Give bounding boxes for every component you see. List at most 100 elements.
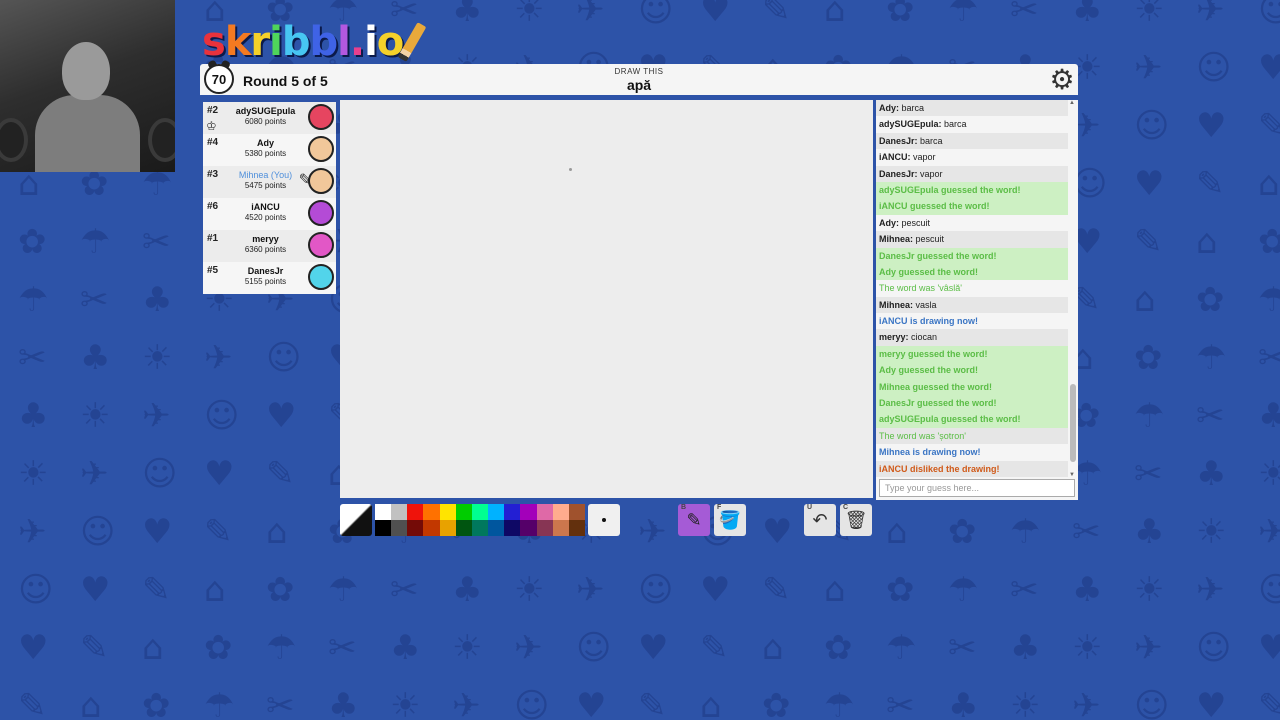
palette-color-swatch[interactable] bbox=[439, 504, 456, 520]
chat-text: Mihnea is drawing now! bbox=[879, 447, 981, 458]
player-rank: #4 bbox=[207, 137, 219, 148]
color-palette bbox=[375, 504, 585, 536]
background-doodle-icon: ♥ bbox=[204, 454, 235, 494]
chat-scrollbar-thumb[interactable] bbox=[1070, 384, 1076, 462]
background-doodle-icon: ✿ bbox=[948, 512, 977, 552]
guess-input[interactable] bbox=[879, 479, 1075, 497]
palette-color-swatch[interactable] bbox=[536, 520, 553, 536]
palette-color-swatch[interactable] bbox=[407, 520, 424, 536]
background-doodle-icon: ✎ bbox=[700, 628, 729, 668]
chat-author: DanesJr: bbox=[879, 135, 918, 146]
logo-letter: b bbox=[281, 19, 311, 65]
background-doodle-icon: ☂ bbox=[266, 628, 297, 668]
background-doodle-icon: ✂ bbox=[1010, 0, 1039, 30]
player-row[interactable]: #1 meryy 6360 points bbox=[203, 230, 336, 262]
background-doodle-icon: ♣ bbox=[452, 0, 483, 30]
palette-color-swatch[interactable] bbox=[520, 520, 537, 536]
player-points: 5155 points bbox=[244, 277, 287, 286]
player-row[interactable]: #5 DanesJr 5155 points bbox=[203, 262, 336, 294]
background-doodle-icon: ☺ bbox=[18, 570, 54, 610]
palette-color-swatch[interactable] bbox=[423, 504, 440, 520]
background-doodle-icon: ☺ bbox=[1134, 106, 1170, 146]
palette-color-swatch[interactable] bbox=[552, 504, 569, 520]
fill-tool-button[interactable]: F 🪣 bbox=[714, 504, 746, 536]
player-row[interactable]: #4 Ady 5380 points bbox=[203, 134, 336, 166]
background-doodle-icon: ⌂ bbox=[824, 570, 846, 610]
palette-color-swatch[interactable] bbox=[568, 520, 585, 536]
player-row[interactable]: #2 ♔ adySUGEpula 6080 points bbox=[203, 102, 336, 134]
clear-button[interactable]: C 🗑 bbox=[840, 504, 872, 536]
background-doodle-icon: ✎ bbox=[142, 570, 171, 610]
palette-color-swatch[interactable] bbox=[375, 520, 392, 536]
player-avatar bbox=[308, 200, 334, 226]
player-name: adySUGEpula bbox=[235, 106, 296, 116]
palette-color-swatch[interactable] bbox=[391, 520, 408, 536]
background-doodle-icon: ♣ bbox=[452, 570, 483, 610]
scroll-down-arrow-icon[interactable]: ▼ bbox=[1069, 472, 1075, 478]
background-doodle-icon: ✎ bbox=[1258, 686, 1280, 720]
background-doodle-icon: ☂ bbox=[204, 686, 235, 720]
chat-text: pescuit bbox=[899, 217, 931, 228]
pencil-icon: ✎ bbox=[686, 509, 702, 530]
player-row[interactable]: #3 Mihnea (You) 5475 points ✎ bbox=[203, 166, 336, 198]
current-color-swatch[interactable] bbox=[340, 504, 372, 536]
background-doodle-icon: ♣ bbox=[18, 396, 49, 436]
palette-color-swatch[interactable] bbox=[488, 504, 505, 520]
background-doodle-icon: ✈ bbox=[1134, 48, 1163, 88]
scroll-up-arrow-icon[interactable]: ▲ bbox=[1069, 100, 1075, 106]
brush-size-button[interactable] bbox=[588, 504, 620, 536]
palette-color-swatch[interactable] bbox=[407, 504, 424, 520]
background-doodle-icon: ✂ bbox=[328, 628, 357, 668]
chat-scrollbar[interactable]: ▲ ▼ bbox=[1069, 100, 1076, 478]
fill-shortcut-key: F bbox=[717, 504, 722, 511]
logo-letter: k bbox=[224, 19, 252, 65]
palette-color-swatch[interactable] bbox=[471, 520, 489, 536]
background-doodle-icon: ✈ bbox=[452, 686, 481, 720]
chat-author: adySUGEpula: bbox=[879, 119, 942, 130]
palette-color-swatch[interactable] bbox=[471, 504, 489, 520]
background-doodle-icon: ✎ bbox=[204, 512, 233, 552]
palette-color-swatch[interactable] bbox=[552, 520, 569, 536]
palette-color-swatch[interactable] bbox=[423, 520, 440, 536]
palette-color-swatch[interactable] bbox=[439, 520, 456, 536]
drawing-canvas[interactable] bbox=[340, 100, 873, 498]
background-doodle-icon: ✿ bbox=[886, 570, 915, 610]
palette-color-swatch[interactable] bbox=[488, 520, 505, 536]
background-doodle-icon: ✈ bbox=[638, 512, 667, 552]
player-row[interactable]: #6 iANCU 4520 points bbox=[203, 198, 336, 230]
palette-color-swatch[interactable] bbox=[504, 520, 521, 536]
background-doodle-icon: ⌂ bbox=[824, 0, 846, 30]
background-doodle-icon: ♥ bbox=[1196, 106, 1227, 146]
chat-author: Ady: bbox=[879, 103, 899, 113]
undo-button[interactable]: U ↶ bbox=[804, 504, 836, 536]
background-doodle-icon: ☺ bbox=[1196, 48, 1232, 88]
palette-color-swatch[interactable] bbox=[568, 504, 585, 520]
background-doodle-icon: ♥ bbox=[700, 570, 731, 610]
player-name: iANCU bbox=[251, 202, 280, 212]
chat-author: Ady: bbox=[879, 217, 899, 228]
settings-gear-icon[interactable]: ⚙ bbox=[1048, 66, 1076, 94]
background-doodle-icon: ✎ bbox=[1196, 164, 1225, 204]
chat-message: Mihnea guessed the word! bbox=[876, 378, 1068, 396]
chat-panel: Ady: barca adySUGEpula: barca DanesJr: bar… bbox=[876, 100, 1078, 500]
background-doodle-icon: ☂ bbox=[80, 222, 111, 262]
background-doodle-icon: ⌂ bbox=[80, 686, 102, 720]
background-doodle-icon: ♣ bbox=[1134, 512, 1165, 552]
brush-tool-button[interactable]: B ✎ bbox=[678, 504, 710, 536]
palette-color-swatch[interactable] bbox=[520, 504, 537, 520]
chat-message: The word was 'șotron' bbox=[876, 427, 1068, 445]
palette-color-swatch[interactable] bbox=[455, 504, 472, 520]
player-avatar bbox=[308, 232, 334, 258]
palette-color-swatch[interactable] bbox=[536, 504, 553, 520]
player-points: 6360 points bbox=[244, 245, 287, 254]
palette-color-swatch[interactable] bbox=[375, 504, 392, 520]
palette-color-swatch[interactable] bbox=[391, 504, 408, 520]
chat-text: adySUGEpula guessed the word! bbox=[879, 184, 1021, 195]
chat-author: Mihnea: bbox=[879, 299, 914, 310]
background-doodle-icon: ✿ bbox=[204, 628, 233, 668]
skribbl-logo: skribbl.io bbox=[202, 12, 427, 65]
chat-text: DanesJr guessed the word! bbox=[879, 250, 997, 261]
background-doodle-icon: ♣ bbox=[1072, 570, 1103, 610]
palette-color-swatch[interactable] bbox=[455, 520, 472, 536]
palette-color-swatch[interactable] bbox=[504, 504, 521, 520]
